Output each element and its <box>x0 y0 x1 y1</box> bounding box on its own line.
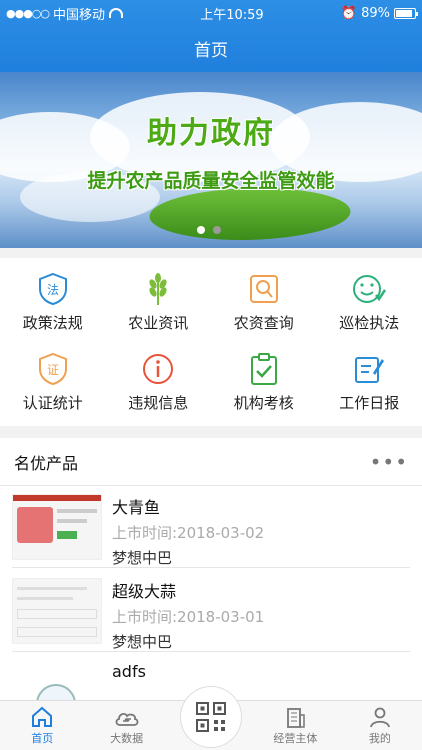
banner-title: 助力政府 <box>147 116 275 151</box>
clock: 上午10:59 <box>200 7 264 23</box>
building-icon <box>287 708 306 728</box>
quick-menu-grid: 法 政策法规 农业资讯 农资查询 巡检执法 证 认证统计 违规信息 机构考核 工… <box>0 258 422 426</box>
tab-label: 大数据 <box>110 732 144 745</box>
menu-policy-regulations[interactable]: 法 政策法规 <box>0 262 106 342</box>
menu-label: 巡检执法 <box>339 313 400 332</box>
product-list-item[interactable]: 大青鱼 上市时间:2018-03-02 梦想中巴 <box>12 488 410 568</box>
product-name: adfs <box>112 662 146 681</box>
menu-certification-stats[interactable]: 证 认证统计 <box>0 342 106 422</box>
tab-business-entities[interactable]: 经营主体 <box>253 701 337 750</box>
menu-institution-assessment[interactable]: 机构考核 <box>211 342 317 422</box>
page-title: 首页 <box>194 41 228 61</box>
tab-my-profile[interactable]: 我的 <box>338 701 422 750</box>
product-org: 梦想中巴 <box>112 633 173 651</box>
menu-label: 违规信息 <box>128 393 189 412</box>
cloud-data-icon <box>115 712 139 726</box>
product-date: 上市时间:2018-03-02 <box>112 524 265 542</box>
wheat-icon <box>141 272 175 306</box>
carousel-pager[interactable] <box>197 226 221 234</box>
top-navigation-bar: ●●●○○ 中国移动 上午10:59 ⏰ 89% 首页 <box>0 0 422 72</box>
banner-carousel[interactable]: 助力政府 提升农产品质量安全监管效能 <box>0 72 422 248</box>
grass-field-image <box>140 188 360 240</box>
product-name: 超级大蒜 <box>112 582 177 601</box>
tab-label: 我的 <box>368 732 391 745</box>
law-shield-icon: 法 <box>36 272 70 306</box>
product-list-item[interactable]: 超级大蒜 上市时间:2018-03-01 梦想中巴 <box>12 572 410 652</box>
menu-inspection-enforcement[interactable]: 巡检执法 <box>317 262 422 342</box>
smile-check-icon <box>352 272 387 306</box>
svg-text:法: 法 <box>47 283 59 297</box>
tab-label: 经营主体 <box>273 732 318 745</box>
menu-violation-info[interactable]: 违规信息 <box>106 342 212 422</box>
signal-strength-icon: ●●●○○ <box>6 6 50 20</box>
menu-label: 农资查询 <box>233 313 294 332</box>
product-thumbnail <box>12 578 102 644</box>
menu-label: 政策法规 <box>22 313 83 332</box>
banner-subtitle: 提升农产品质量安全监管效能 <box>87 170 335 192</box>
svg-text:证: 证 <box>47 363 59 377</box>
pager-dot[interactable] <box>213 226 221 234</box>
menu-label: 农业资讯 <box>128 313 189 332</box>
featured-products-section: 名优产品 ••• 大青鱼 上市时间:2018-03-02 梦想中巴 超级大蒜 上… <box>0 438 422 728</box>
alarm-icon: ⏰ <box>340 5 358 21</box>
section-header: 名优产品 ••• <box>0 438 422 486</box>
menu-label: 机构考核 <box>233 393 294 412</box>
tab-label: 首页 <box>31 732 54 745</box>
menu-label: 工作日报 <box>339 393 400 412</box>
menu-daily-work-report[interactable]: 工作日报 <box>317 342 422 422</box>
home-icon <box>32 706 53 727</box>
product-date: 上市时间:2018-03-01 <box>112 608 265 626</box>
tab-big-data[interactable]: 大数据 <box>84 701 168 750</box>
battery-icon <box>393 7 418 19</box>
clipboard-check-icon <box>247 352 281 386</box>
battery-percent: 89% <box>361 5 390 21</box>
user-icon <box>369 707 390 728</box>
carrier-label: 中国移动 <box>53 7 106 23</box>
edit-report-icon <box>352 352 386 386</box>
more-dots-icon[interactable]: ••• <box>370 450 408 474</box>
tab-home[interactable]: 首页 <box>0 701 84 750</box>
qr-scan-icon <box>196 702 226 732</box>
section-title: 名优产品 <box>14 453 79 473</box>
menu-agri-news[interactable]: 农业资讯 <box>106 262 212 342</box>
menu-agri-supply-search[interactable]: 农资查询 <box>211 262 317 342</box>
status-bar: ●●●○○ 中国移动 上午10:59 ⏰ 89% <box>0 0 422 26</box>
search-doc-icon <box>247 272 281 306</box>
qr-scan-button[interactable] <box>180 686 242 748</box>
certificate-shield-icon: 证 <box>36 352 70 386</box>
product-thumbnail <box>12 494 102 560</box>
info-circle-icon <box>141 352 175 386</box>
menu-label: 认证统计 <box>22 393 83 412</box>
product-name: 大青鱼 <box>112 498 161 517</box>
product-org: 梦想中巴 <box>112 549 173 567</box>
pager-dot-active[interactable] <box>197 226 205 234</box>
wifi-icon <box>109 8 124 18</box>
